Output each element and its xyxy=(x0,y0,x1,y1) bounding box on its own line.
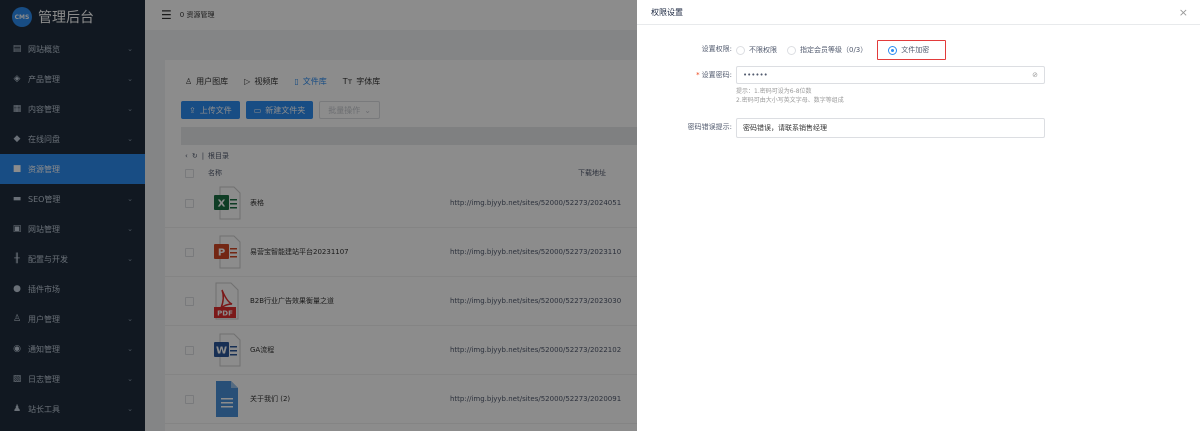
permission-radio[interactable]: 指定会员等级（0/3） xyxy=(787,45,867,55)
error-hint-row: 密码错误提示: 密码错误，请联系销售经理 xyxy=(637,118,1200,138)
password-value: •••••• xyxy=(743,71,768,79)
radio-circle xyxy=(787,45,796,55)
permission-radio[interactable]: 文件加密 xyxy=(888,45,929,55)
error-hint-value: 密码错误，请联系销售经理 xyxy=(743,124,827,132)
radio-label: 不限权限 xyxy=(749,46,777,54)
required-mark: * xyxy=(696,71,700,79)
radio-circle xyxy=(888,45,898,55)
radio-label: 指定会员等级（0/3） xyxy=(800,46,868,54)
permission-radio-group: 不限权限 指定会员等级（0/3） 文件加密 xyxy=(736,40,947,60)
drawer-header: 权限设置 × xyxy=(637,0,1200,25)
eye-off-icon[interactable]: ⊘ xyxy=(1032,71,1038,79)
radio-circle xyxy=(736,45,745,55)
radio-label: 文件加密 xyxy=(901,46,930,54)
modal-mask[interactable] xyxy=(0,0,637,431)
permission-row: 设置权限: 不限权限 指定会员等级（0/3） 文件加密 xyxy=(637,35,1200,60)
password-hint: 提示：1.密码可设为6-8位数 2.密码可由大小写英文字母、数字等组成 xyxy=(736,87,1045,105)
drawer-title: 权限设置 xyxy=(651,7,683,17)
permission-label: 设置权限: xyxy=(701,45,732,53)
password-row: * 设置密码: •••••• ⊘ 提示：1.密码可设为6-8位数 2.密码可由大小… xyxy=(637,66,1200,105)
close-icon[interactable]: × xyxy=(1179,6,1188,19)
permission-drawer: 权限设置 × 设置权限: 不限权限 指定会员等级（0/3） 文件加密 * 设置密码: … xyxy=(637,0,1200,431)
password-label: * 设置密码: xyxy=(696,71,732,79)
error-hint-input[interactable]: 密码错误，请联系销售经理 xyxy=(736,118,1045,138)
highlight-box: 文件加密 xyxy=(877,40,947,60)
password-hint-line2: 2.密码可由大小写英文字母、数字等组成 xyxy=(736,97,844,104)
error-hint-label: 密码错误提示: xyxy=(687,123,732,131)
password-hint-line1: 提示：1.密码可设为6-8位数 xyxy=(736,88,812,95)
password-input[interactable]: •••••• ⊘ xyxy=(736,66,1045,84)
permission-radio[interactable]: 不限权限 xyxy=(736,45,777,55)
